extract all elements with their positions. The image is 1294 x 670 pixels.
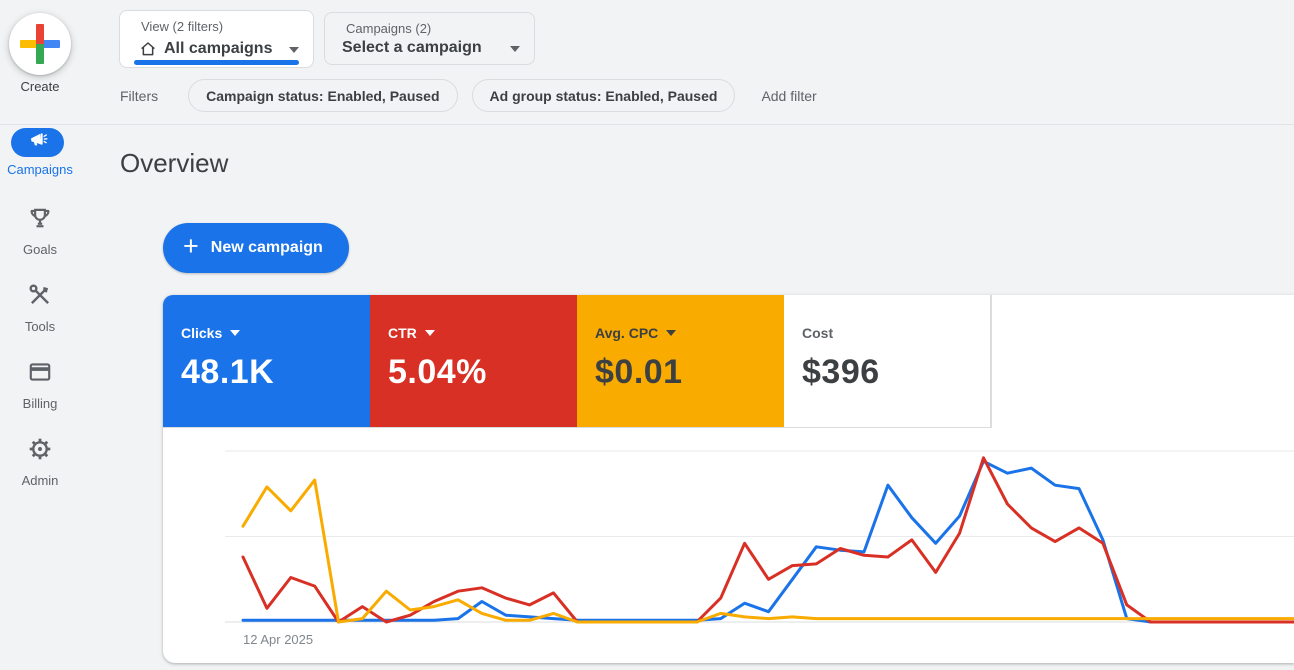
add-filter-button[interactable]: Add filter	[761, 88, 816, 104]
sidebar-item-admin[interactable]: Admin	[0, 436, 80, 488]
chevron-down-icon	[510, 46, 520, 52]
create-label: Create	[0, 79, 80, 94]
plus-icon: +	[183, 233, 199, 260]
filter-chip-campaign-status[interactable]: Campaign status: Enabled, Paused	[188, 79, 457, 112]
new-campaign-button[interactable]: + New campaign	[163, 223, 349, 273]
scorecard-ctr[interactable]: CTR 5.04%	[370, 295, 577, 428]
sidebar-item-campaigns-label[interactable]: Campaigns	[0, 162, 80, 177]
performance-chart[interactable]: 12 Apr 2025	[163, 428, 1294, 663]
scorecard-label: Cost	[802, 325, 833, 341]
home-icon	[139, 40, 157, 58]
campaign-selector-label: Campaigns (2)	[346, 21, 431, 36]
scorecard-value: $396	[802, 353, 990, 392]
filters-bar: Filters Campaign status: Enabled, Paused…	[120, 79, 817, 112]
megaphone-icon	[28, 130, 48, 155]
create-button[interactable]	[9, 13, 71, 75]
new-campaign-label: New campaign	[211, 239, 323, 257]
google-ads-app: Create Campaigns	[0, 0, 1294, 670]
scorecard-value: $0.01	[595, 353, 784, 392]
overview-card: Clicks 48.1K CTR 5.04% Avg. CPC $0.01	[163, 295, 1294, 663]
sidebar-item-tools[interactable]: Tools	[0, 282, 80, 334]
view-selector-label: View (2 filters)	[141, 19, 223, 34]
scorecard-label: Clicks	[181, 325, 222, 341]
chevron-down-icon	[666, 330, 676, 336]
filters-label: Filters	[120, 88, 158, 104]
scorecard-value: 48.1K	[181, 353, 370, 392]
filter-chip-ad-group-status[interactable]: Ad group status: Enabled, Paused	[472, 79, 736, 112]
line-chart	[163, 428, 1294, 663]
scorecards-empty-slot	[991, 295, 1294, 428]
view-selector-value: All campaigns	[164, 40, 272, 58]
chevron-down-icon	[289, 47, 299, 53]
campaign-selector[interactable]: Campaigns (2) Select a campaign	[324, 12, 535, 65]
tools-icon	[27, 282, 53, 313]
sidebar-item-campaigns[interactable]	[11, 128, 64, 157]
view-selector[interactable]: View (2 filters) All campaigns	[119, 10, 314, 68]
header-divider	[0, 124, 1294, 125]
scorecards-row: Clicks 48.1K CTR 5.04% Avg. CPC $0.01	[163, 295, 1294, 428]
scorecard-label: CTR	[388, 325, 417, 341]
chevron-down-icon	[230, 330, 240, 336]
scorecard-label: Avg. CPC	[595, 325, 658, 341]
scorecard-cost[interactable]: Cost $396	[784, 295, 991, 428]
active-view-indicator	[134, 60, 299, 65]
sidebar-item-goals[interactable]: Goals	[0, 205, 80, 257]
google-plus-icon	[36, 24, 44, 64]
sidebar-item-billing[interactable]: Billing	[0, 359, 80, 411]
page-title: Overview	[120, 148, 228, 179]
credit-card-icon	[27, 359, 53, 390]
scorecard-value: 5.04%	[388, 353, 577, 392]
scorecard-avg-cpc[interactable]: Avg. CPC $0.01	[577, 295, 784, 428]
gear-icon	[27, 436, 53, 467]
scorecard-clicks[interactable]: Clicks 48.1K	[163, 295, 370, 428]
trophy-icon	[27, 205, 53, 236]
campaign-selector-value: Select a campaign	[342, 39, 482, 57]
chevron-down-icon	[425, 330, 435, 336]
x-axis-start-label: 12 Apr 2025	[243, 632, 313, 647]
